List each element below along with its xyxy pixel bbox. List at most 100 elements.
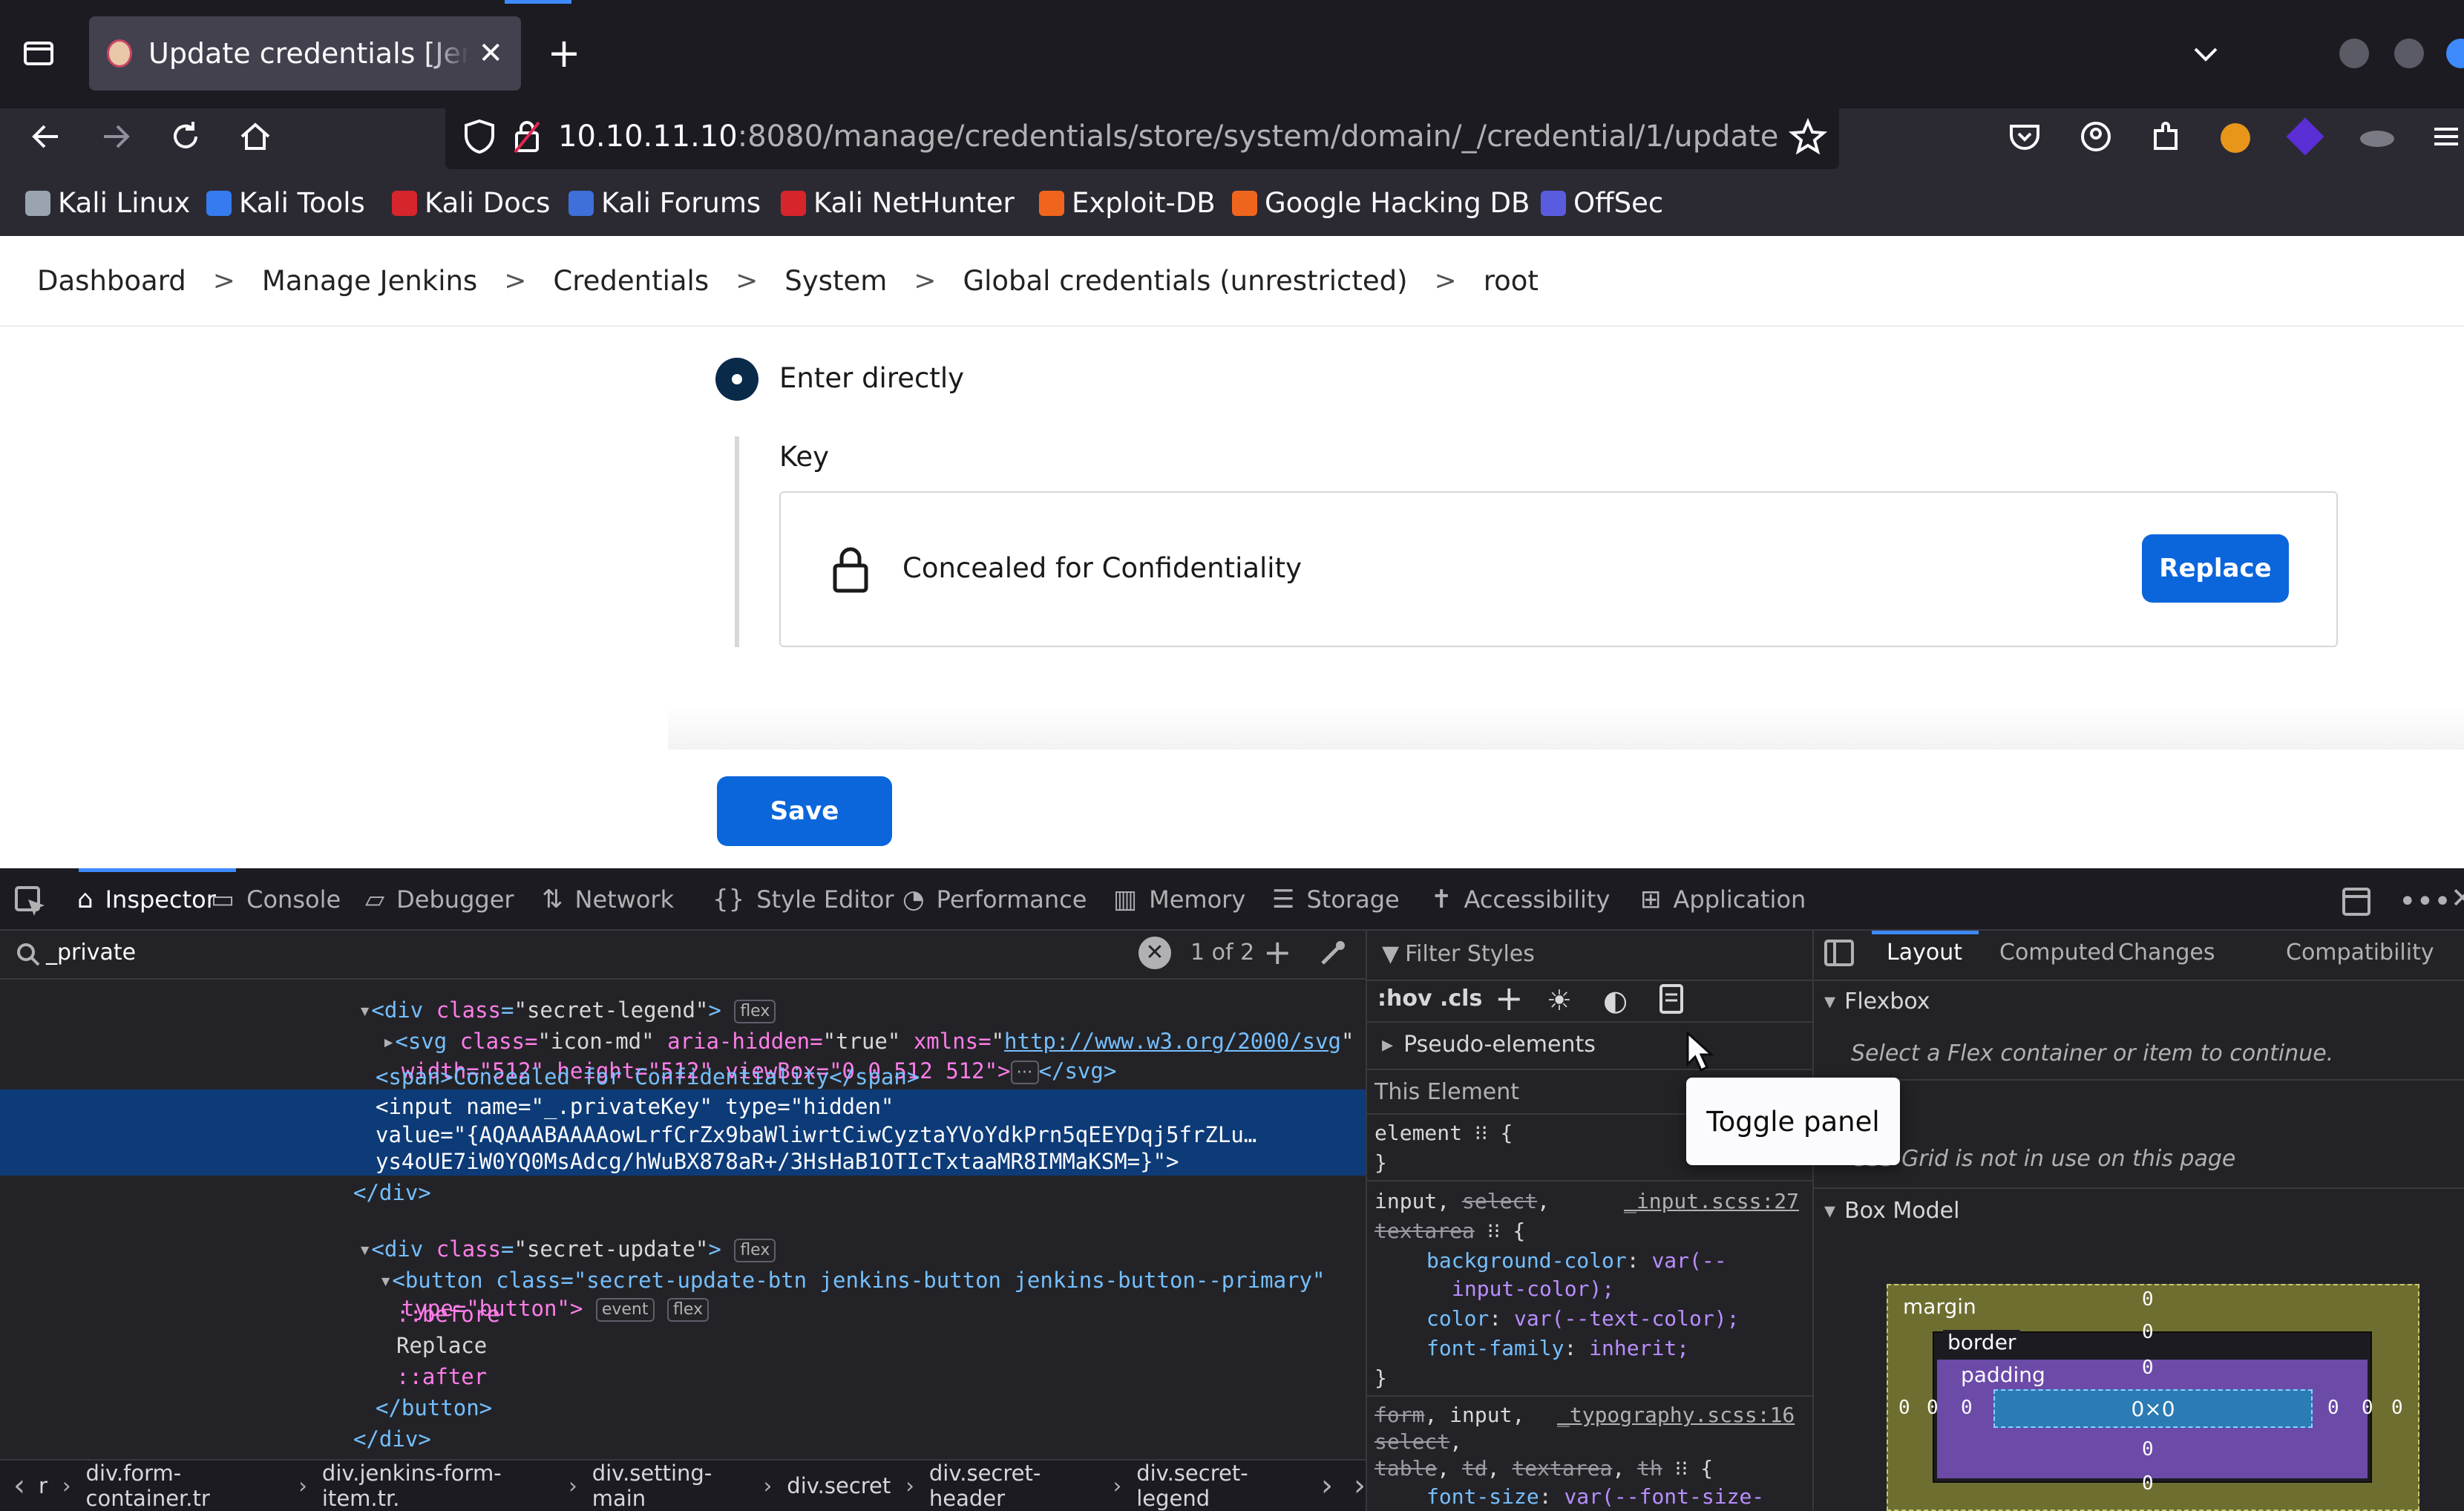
breadcrumb-item[interactable]: Credentials [553,265,709,297]
box-model-content[interactable]: 0×0 [1993,1389,2313,1428]
close-devtools-icon[interactable]: ✕ [2451,882,2464,914]
dom-crumb[interactable]: div.form-container.tr [86,1461,284,1511]
minimize-icon[interactable] [2339,39,2369,68]
collapsed-children-icon[interactable]: ⋯ [1010,1061,1039,1084]
pseudo-elements-toggle[interactable]: ▸ Pseudo-elements [1382,1032,1596,1058]
breadcrumb-item[interactable]: Manage Jenkins [262,265,477,297]
sidebar-tab[interactable]: Layout [1887,940,1962,966]
dom-crumb[interactable]: div.jenkins-form-item.tr. [322,1461,554,1511]
dom-crumb[interactable]: div.secret-legend [1136,1461,1303,1511]
toggle-panel-icon[interactable] [1823,938,1855,968]
decl-font-family[interactable]: font-family: inherit; [1426,1336,1689,1360]
more-options-icon[interactable]: ••• [2399,885,2451,919]
margin-top-value[interactable]: 0 [2142,1288,2154,1311]
event-badge[interactable]: event [595,1298,655,1322]
rule-input-selector[interactable]: input, select, [1374,1189,1550,1213]
dark-scheme-icon[interactable]: ◐ [1603,984,1628,1017]
maximize-icon[interactable] [2394,39,2424,68]
border-right-value[interactable]: 0 [2362,1397,2373,1419]
bookmark-item[interactable]: Kali Linux [25,187,190,219]
border-bottom-value[interactable]: 0 [2142,1472,2154,1495]
bookmark-item[interactable]: Google Hacking DB [1232,187,1530,219]
add-rule-icon[interactable]: + [1495,978,1524,1018]
sidebar-tab[interactable]: Computed [1999,940,2115,966]
bookmark-star-icon[interactable] [1786,114,1830,159]
margin-right-value[interactable]: 0 [2391,1397,2403,1419]
padding-left-value[interactable]: 0 [1961,1397,1973,1419]
markup-line-before[interactable]: ::before [396,1302,500,1327]
dom-crumb[interactable]: div.secret-header [929,1461,1098,1511]
element-rule[interactable]: element ⁝⁝ { [1374,1121,1513,1145]
source-link[interactable]: _input.scss:27 [1624,1189,1799,1213]
markup-line-span[interactable]: <span>Concealed for Confidentiality</spa… [376,1064,920,1089]
border-left-value[interactable]: 0 [1927,1397,1939,1419]
new-tab-icon[interactable]: + [542,31,586,76]
decl-background-color[interactable]: background-color: var(-- [1426,1248,1727,1273]
print-media-icon[interactable] [1658,984,1685,1014]
back-icon[interactable] [24,114,68,159]
hov-toggle[interactable]: :hov [1377,986,1432,1012]
firefox-view-icon[interactable] [16,31,61,76]
close-tab-icon[interactable]: ✕ [478,36,503,71]
home-icon[interactable] [233,114,278,159]
breadcrumb-item[interactable]: Global credentials (unrestricted) [963,265,1407,297]
flexbox-section-toggle[interactable]: ▾ Flexbox [1824,989,1930,1015]
clear-search-icon[interactable]: ✕ [1138,937,1171,969]
foxyproxy-icon[interactable] [2221,123,2250,153]
cls-toggle[interactable]: .cls [1440,986,1482,1012]
extension-icon[interactable] [2360,131,2394,147]
bookmark-item[interactable]: Kali NetHunter [781,187,1015,219]
replace-button[interactable]: Replace [2142,534,2289,603]
sidebar-tab[interactable]: Compatibility [2286,940,2434,966]
markup-search-input[interactable]: _private [46,940,136,966]
margin-left-value[interactable]: 0 [1898,1397,1910,1419]
scroll-left-icon[interactable]: ‹ [13,1469,25,1503]
devtools-tab[interactable]: ⌂ Inspector [77,868,216,931]
menu-icon[interactable] [2424,114,2464,159]
devtools-tab[interactable]: ⇅ Network [542,868,674,931]
bookmark-item[interactable]: OffSec [1541,187,1663,219]
bookmark-item[interactable]: Kali Tools [206,187,365,219]
browser-tab-active[interactable]: Update credentials [Jenkins] ✕ [89,16,521,91]
account-icon[interactable] [2074,114,2118,159]
bookmark-item[interactable]: Exploit-DB [1039,187,1216,219]
filter-styles-input[interactable]: ▼ Filter Styles [1382,941,1535,967]
enter-directly-radio[interactable] [715,358,758,401]
light-scheme-icon[interactable]: ☀ [1547,984,1572,1017]
devtools-tab[interactable]: ✝ Accessibility [1431,868,1610,931]
rule-source-link[interactable]: _input.scss:27 [1624,1189,1799,1213]
save-button[interactable]: Save [717,776,892,846]
dom-crumb[interactable]: r [39,1473,47,1498]
reload-icon[interactable] [163,114,208,159]
pocket-icon[interactable] [2002,114,2047,159]
dock-options-icon[interactable] [2338,883,2375,920]
devtools-tab[interactable]: ◔ Performance [902,868,1087,931]
add-node-icon[interactable]: + [1263,932,1292,972]
padding-top-value[interactable]: 0 [2142,1357,2154,1379]
bookmark-item[interactable]: Kali Docs [392,187,550,219]
forward-icon[interactable] [94,114,138,159]
flex-badge[interactable]: flex [666,1298,709,1322]
eyedropper-icon[interactable] [1318,938,1348,968]
markup-line-after[interactable]: ::after [396,1364,487,1389]
devtools-tab[interactable]: ▱ Debugger [365,868,514,931]
insecure-lock-icon[interactable] [512,118,542,155]
devtools-tab[interactable]: ☰ Storage [1272,868,1400,931]
devtools-tab[interactable]: {} Style Editor [712,868,894,931]
rule-typography-selector[interactable]: form, input, [1374,1403,1524,1427]
markup-line-close-div-2[interactable]: </div> [353,1426,431,1452]
devtools-tab[interactable]: ▭ Console [211,868,341,931]
bookmark-item[interactable]: Kali Forums [569,187,761,219]
devtools-tab[interactable]: ▥ Memory [1113,868,1245,931]
breadcrumb-item[interactable]: Dashboard [37,265,186,297]
box-model-section-toggle[interactable]: ▾ Box Model [1824,1198,1959,1224]
padding-bottom-value[interactable]: 0 [2142,1438,2154,1461]
source-link[interactable]: _typography.scss:16 [1557,1403,1795,1427]
padding-right-value[interactable]: 0 [2327,1397,2339,1419]
sidebar-tab[interactable]: Changes [2118,940,2215,966]
extensions-icon[interactable] [2143,114,2188,159]
border-top-value[interactable]: 0 [2142,1321,2154,1343]
list-all-tabs-icon[interactable] [2183,31,2228,76]
shield-icon[interactable] [463,118,496,155]
url-bar[interactable]: 10.10.11.10:8080/manage/credentials/stor… [445,104,1839,169]
